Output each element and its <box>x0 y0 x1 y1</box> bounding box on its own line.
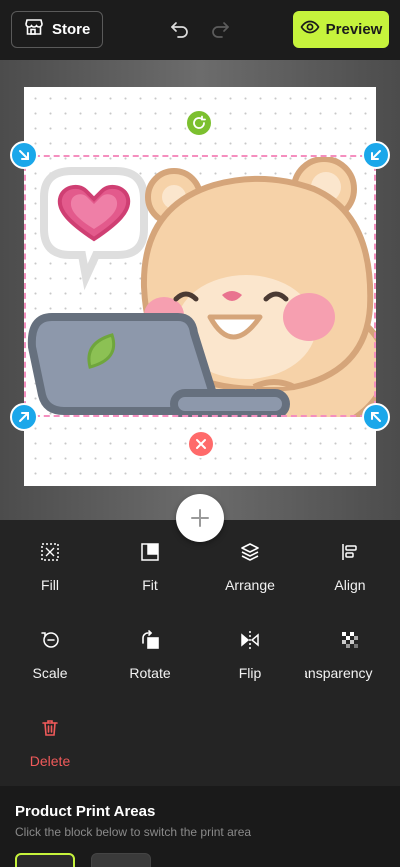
design-canvas <box>0 60 400 520</box>
tool-align[interactable]: Align <box>305 540 395 600</box>
remove-element-handle[interactable] <box>187 430 215 458</box>
store-button[interactable]: Store <box>11 11 103 48</box>
eye-icon <box>300 17 320 42</box>
tool-label: Fill <box>41 577 59 593</box>
add-element-button[interactable] <box>176 494 224 542</box>
undo-icon[interactable] <box>169 18 191 40</box>
print-areas-subtitle: Click the block below to switch the prin… <box>15 825 252 839</box>
tool-flip[interactable]: Flip <box>205 628 295 688</box>
tool-transparency[interactable]: Transparency <box>305 628 395 688</box>
redo-icon[interactable] <box>209 18 231 40</box>
resize-handle-top-left[interactable] <box>10 141 38 169</box>
tool-label: Flip <box>238 665 262 681</box>
resize-handle-bottom-right[interactable] <box>362 403 390 431</box>
scale-icon <box>38 628 62 652</box>
resize-handle-bottom-left[interactable] <box>10 403 38 431</box>
trash-icon <box>38 716 62 740</box>
rotate-icon <box>138 628 162 652</box>
fill-icon <box>38 540 62 564</box>
store-icon <box>24 17 44 42</box>
tool-delete[interactable]: Delete <box>5 716 95 776</box>
print-areas-title: Product Print Areas <box>15 803 156 820</box>
print-area-block[interactable] <box>91 853 151 867</box>
preview-label: Preview <box>325 21 383 38</box>
flip-icon <box>238 628 262 652</box>
tool-label: Scale <box>32 665 68 681</box>
selection-box <box>24 155 376 417</box>
tool-label: Rotate <box>129 665 171 681</box>
top-bar: Store Preview <box>0 0 400 60</box>
tool-scale[interactable]: Scale <box>5 628 95 688</box>
tool-label: Fit <box>142 577 158 593</box>
layers-icon <box>238 540 262 564</box>
align-left-icon <box>338 540 362 564</box>
print-area-block[interactable] <box>15 853 75 867</box>
resize-handle-top-right[interactable] <box>362 141 390 169</box>
store-label: Store <box>52 21 91 38</box>
print-artboard[interactable] <box>10 87 390 486</box>
preview-button[interactable]: Preview <box>293 11 389 48</box>
tool-label: Transparency <box>305 665 373 681</box>
tool-arrange[interactable]: Arrange <box>205 540 295 600</box>
print-areas-section: Product Print Areas Click the block belo… <box>0 786 400 867</box>
tools-panel: Fill Fit Arrange Align Scale Rotate Flip… <box>0 520 400 786</box>
rotate-handle[interactable] <box>185 109 213 137</box>
tool-rotate[interactable]: Rotate <box>105 628 195 688</box>
tool-label: Arrange <box>225 577 275 593</box>
tool-label: Align <box>334 577 366 593</box>
transparency-icon <box>338 628 362 652</box>
tool-fill[interactable]: Fill <box>5 540 95 600</box>
fit-icon <box>138 540 162 564</box>
tool-label: Delete <box>29 753 71 769</box>
tool-fit[interactable]: Fit <box>105 540 195 600</box>
